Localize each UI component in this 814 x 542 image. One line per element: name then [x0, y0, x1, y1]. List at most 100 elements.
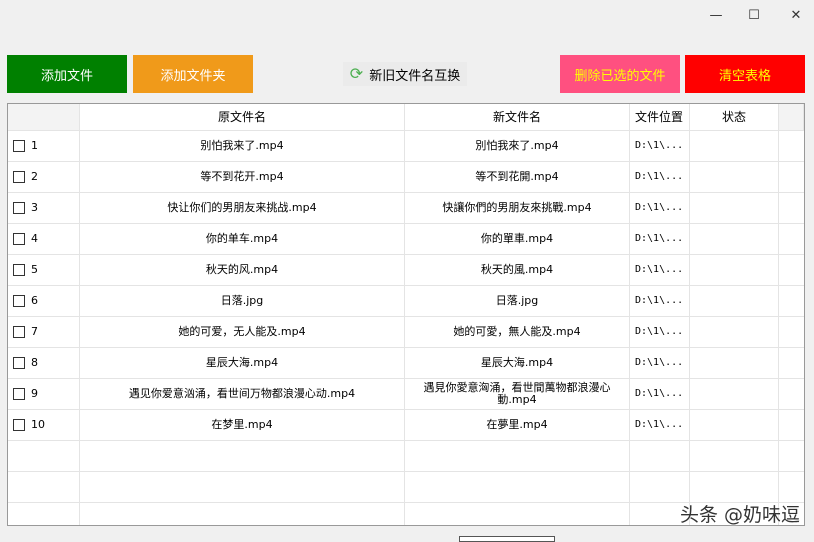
new-name-cell: 她的可愛，無人能及.mp4 — [405, 317, 630, 347]
original-name-cell: 别怕我来了.mp4 — [80, 131, 405, 161]
table-row[interactable]: 5 秋天的风.mp4 秋天的風.mp4 D:\1\... — [8, 255, 804, 286]
row-checkbox[interactable] — [13, 326, 25, 338]
header-status[interactable]: 状态 — [690, 104, 779, 130]
swap-names-label: 新旧文件名互换 — [369, 67, 461, 83]
row-checkbox[interactable] — [13, 295, 25, 307]
new-name-cell: 你的單車.mp4 — [405, 224, 630, 254]
table-row[interactable]: 3 快让你们的男朋友来挑战.mp4 快讓你們的男朋友來挑戰.mp4 D:\1\... — [8, 193, 804, 224]
original-name-cell: 快让你们的男朋友来挑战.mp4 — [80, 193, 405, 223]
file-table: 原文件名 新文件名 文件位置 状态 1 别怕我来了.mp4 別怕我來了.mp4 D:\… — [7, 103, 805, 526]
status-cell — [690, 348, 779, 378]
filler-cell — [779, 317, 804, 347]
add-folder-button[interactable]: 添加文件夹 — [133, 55, 253, 93]
horizontal-scrollbar[interactable] — [459, 536, 555, 542]
row-checkbox[interactable] — [13, 388, 25, 400]
maximize-button[interactable]: ☐ — [744, 6, 764, 26]
row-index-cell — [8, 472, 80, 502]
filler-cell — [779, 193, 804, 223]
original-name-cell: 秋天的风.mp4 — [80, 255, 405, 285]
header-new-name[interactable]: 新文件名 — [405, 104, 630, 130]
row-number: 7 — [31, 325, 38, 338]
status-cell — [690, 472, 779, 502]
new-name-cell: 日落.jpg — [405, 286, 630, 316]
row-checkbox[interactable] — [13, 233, 25, 245]
new-name-cell: 秋天的風.mp4 — [405, 255, 630, 285]
row-index-cell: 4 — [8, 224, 80, 254]
row-index-cell: 9 — [8, 379, 80, 409]
table-row[interactable]: 7 她的可爱，无人能及.mp4 她的可愛，無人能及.mp4 D:\1\... — [8, 317, 804, 348]
row-checkbox[interactable] — [13, 419, 25, 431]
table-row[interactable]: 9 遇见你爱意汹涌，看世间万物都浪漫心动.mp4 遇見你愛意洶涌，看世間萬物都浪漫心… — [8, 379, 804, 410]
clear-table-button[interactable]: 清空表格 — [685, 55, 805, 93]
table-row[interactable]: 6 日落.jpg 日落.jpg D:\1\... — [8, 286, 804, 317]
original-name-cell — [80, 441, 405, 471]
new-name-cell — [405, 441, 630, 471]
row-checkbox[interactable] — [13, 140, 25, 152]
row-index-cell: 5 — [8, 255, 80, 285]
table-row[interactable]: 2 等不到花开.mp4 等不到花開.mp4 D:\1\... — [8, 162, 804, 193]
row-number: 9 — [31, 387, 38, 400]
status-cell — [690, 441, 779, 471]
table-row[interactable]: 8 星辰大海.mp4 星辰大海.mp4 D:\1\... — [8, 348, 804, 379]
row-number: 6 — [31, 294, 38, 307]
original-name-cell: 等不到花开.mp4 — [80, 162, 405, 192]
row-checkbox[interactable] — [13, 202, 25, 214]
location-cell: D:\1\... — [630, 255, 690, 285]
location-cell: D:\1\... — [630, 286, 690, 316]
empty-row — [8, 441, 804, 472]
original-name-cell — [80, 503, 405, 525]
location-cell — [630, 472, 690, 502]
status-cell — [690, 224, 779, 254]
new-name-cell: 星辰大海.mp4 — [405, 348, 630, 378]
row-checkbox[interactable] — [13, 357, 25, 369]
original-name-cell: 她的可爱，无人能及.mp4 — [80, 317, 405, 347]
delete-selected-button[interactable]: 删除已选的文件 — [560, 55, 680, 93]
row-number: 8 — [31, 356, 38, 369]
row-index-cell: 8 — [8, 348, 80, 378]
minimize-button[interactable]: — — [706, 6, 726, 26]
header-original-name[interactable]: 原文件名 — [80, 104, 405, 130]
row-number: 4 — [31, 232, 38, 245]
row-number: 2 — [31, 170, 38, 183]
row-index-cell: 7 — [8, 317, 80, 347]
add-file-button[interactable]: 添加文件 — [7, 55, 127, 93]
status-cell — [690, 255, 779, 285]
watermark: 头条 @奶味逗 — [679, 504, 800, 526]
original-name-cell — [80, 472, 405, 502]
location-cell: D:\1\... — [630, 224, 690, 254]
new-name-cell: 等不到花開.mp4 — [405, 162, 630, 192]
location-cell: D:\1\... — [630, 379, 690, 409]
new-name-cell: 別怕我來了.mp4 — [405, 131, 630, 161]
header-location[interactable]: 文件位置 — [630, 104, 690, 130]
row-number: 10 — [31, 418, 45, 431]
close-button[interactable]: ✕ — [786, 6, 806, 26]
filler-cell — [779, 379, 804, 409]
row-index-cell — [8, 503, 80, 525]
filler-cell — [779, 224, 804, 254]
location-cell: D:\1\... — [630, 193, 690, 223]
original-name-cell: 你的单车.mp4 — [80, 224, 405, 254]
status-cell — [690, 131, 779, 161]
status-cell — [690, 379, 779, 409]
row-number: 1 — [31, 139, 38, 152]
row-index-cell — [8, 441, 80, 471]
refresh-icon: ⟳ — [349, 66, 364, 83]
filler-cell — [779, 162, 804, 192]
status-cell — [690, 193, 779, 223]
row-index-cell: 1 — [8, 131, 80, 161]
status-cell — [690, 410, 779, 440]
new-name-cell: 遇見你愛意洶涌，看世間萬物都浪漫心動.mp4 — [405, 379, 630, 409]
table-row[interactable]: 10 在梦里.mp4 在夢里.mp4 D:\1\... — [8, 410, 804, 441]
new-name-cell: 在夢里.mp4 — [405, 410, 630, 440]
status-cell — [690, 286, 779, 316]
swap-names-button[interactable]: ⟳ 新旧文件名互换 — [343, 62, 467, 86]
table-row[interactable]: 4 你的单车.mp4 你的單車.mp4 D:\1\... — [8, 224, 804, 255]
filler-cell — [779, 472, 804, 502]
table-header: 原文件名 新文件名 文件位置 状态 — [8, 104, 804, 131]
filler-cell — [779, 410, 804, 440]
table-row[interactable]: 1 别怕我来了.mp4 別怕我來了.mp4 D:\1\... — [8, 131, 804, 162]
row-checkbox[interactable] — [13, 171, 25, 183]
header-index — [8, 104, 80, 130]
original-name-cell: 遇见你爱意汹涌，看世间万物都浪漫心动.mp4 — [80, 379, 405, 409]
row-checkbox[interactable] — [13, 264, 25, 276]
